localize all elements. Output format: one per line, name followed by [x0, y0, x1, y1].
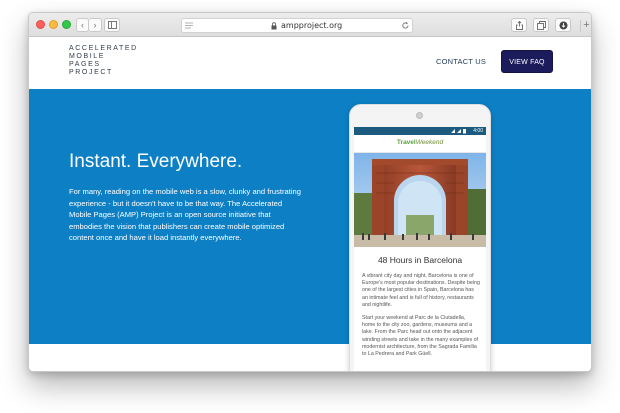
phone-clock: 4:00	[473, 128, 483, 134]
article-header: TravelWeekend	[354, 135, 486, 153]
phone-camera	[416, 112, 423, 119]
downloads-button[interactable]	[555, 18, 571, 32]
new-tab-button[interactable]: +	[580, 20, 591, 32]
signal-battery-icon	[451, 129, 466, 134]
chevron-left-icon: ‹	[81, 20, 84, 30]
contact-us-link[interactable]: CONTACT US	[436, 57, 486, 66]
browser-toolbar: ‹ › ampproject.org +	[29, 13, 591, 37]
download-icon	[559, 21, 568, 30]
page-viewport: ACCELERATED MOBILE PAGES PROJECT CONTACT…	[29, 37, 591, 371]
share-icon	[516, 21, 523, 30]
brand-logo-part: Weekend	[415, 139, 444, 146]
close-window-button[interactable]	[36, 20, 45, 29]
site-header: ACCELERATED MOBILE PAGES PROJECT CONTACT…	[29, 37, 591, 89]
address-bar[interactable]: ampproject.org	[181, 18, 413, 33]
barcelona-arch-photo	[354, 153, 486, 247]
zoom-window-button[interactable]	[62, 20, 71, 29]
tab-overview-button[interactable]	[533, 18, 549, 32]
reader-view-icon[interactable]	[185, 22, 193, 29]
minimize-window-button[interactable]	[49, 20, 58, 29]
brand-logo-part: Travel	[396, 139, 416, 146]
amp-logo[interactable]: ACCELERATED MOBILE PAGES PROJECT	[69, 45, 138, 77]
tabs-icon	[537, 21, 546, 30]
sidebar-toggle-button[interactable]	[104, 18, 120, 32]
logo-line: PAGES	[69, 61, 101, 68]
hero-description: For many, reading on the mobile web is a…	[69, 187, 302, 243]
phone-status-bar: 4:00	[354, 127, 486, 135]
chevron-right-icon: ›	[93, 20, 97, 30]
logo-line: MOBILE	[69, 53, 106, 60]
browser-window: ‹ › ampproject.org + ACCELERATED MOBILE …	[28, 12, 592, 372]
logo-line: ACCELERATED	[69, 45, 138, 52]
article-paragraph: Start your weekend at Parc de la Ciutade…	[362, 315, 479, 358]
view-faq-button[interactable]: VIEW FAQ	[501, 50, 553, 73]
travel-weekend-logo: TravelWeekend	[354, 139, 486, 146]
share-button[interactable]	[511, 18, 527, 32]
article-paragraph: A vibrant city day and night, Barcelona …	[362, 273, 480, 308]
sidebar-icon	[108, 21, 117, 29]
hero-title: Instant. Everywhere.	[69, 151, 243, 172]
back-button[interactable]: ‹	[76, 18, 89, 32]
forward-button[interactable]: ›	[89, 18, 102, 32]
next-section	[29, 344, 591, 371]
hero-section: Instant. Everywhere. For many, reading o…	[29, 89, 591, 344]
phone-mockup: 4:00 TravelWeekend 48 Hours in Barcelona…	[349, 104, 491, 371]
reload-icon[interactable]	[401, 21, 410, 30]
phone-screen: 4:00 TravelWeekend 48 Hours in Barcelona…	[354, 127, 486, 371]
lock-icon	[271, 22, 277, 30]
logo-line: PROJECT	[69, 69, 113, 76]
url-text: ampproject.org	[281, 21, 343, 30]
article-title: 48 Hours in Barcelona	[377, 255, 463, 265]
article-body: A vibrant city day and night, Barcelona …	[362, 273, 480, 364]
